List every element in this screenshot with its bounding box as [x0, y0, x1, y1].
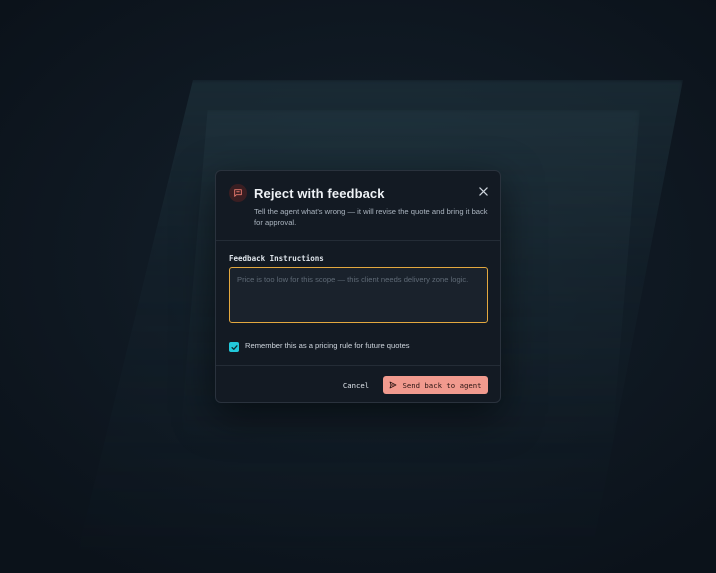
dialog-footer: Cancel Send back to agent	[216, 365, 500, 403]
message-square-icon	[229, 184, 247, 202]
dialog-title: Reject with feedback	[254, 186, 385, 201]
remember-pricing-rule-label[interactable]: Remember this as a pricing rule for futu…	[245, 341, 410, 350]
checkmark-icon	[230, 344, 238, 350]
cancel-button[interactable]: Cancel	[334, 376, 378, 394]
send-back-to-agent-button[interactable]: Send back to agent	[383, 376, 488, 394]
reject-feedback-dialog: Reject with feedback Tell the agent what…	[215, 170, 501, 403]
dialog-header: Reject with feedback Tell the agent what…	[216, 171, 500, 241]
send-button-label: Send back to agent	[402, 380, 482, 390]
feedback-instructions-label: Feedback Instructions	[229, 254, 324, 263]
send-icon	[390, 381, 397, 389]
close-icon	[478, 186, 488, 196]
close-button[interactable]	[476, 184, 490, 198]
feedback-instructions-input[interactable]	[229, 267, 488, 323]
dialog-subtitle: Tell the agent what's wrong — it will re…	[254, 207, 488, 227]
remember-pricing-rule-checkbox[interactable]	[229, 342, 239, 352]
